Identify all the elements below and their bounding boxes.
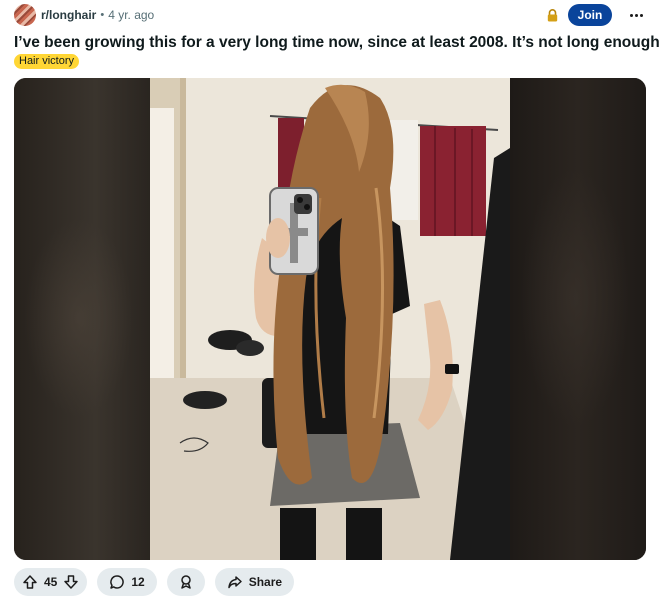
- post-header: r/longhair • 4 yr. ago Join: [14, 3, 650, 27]
- award-button[interactable]: [166, 568, 205, 596]
- post-image[interactable]: [14, 78, 646, 560]
- share-arrow-icon: [227, 574, 243, 590]
- vote-score: 45: [44, 575, 58, 589]
- upvote-arrow-icon[interactable]: [22, 574, 38, 590]
- post-flair[interactable]: Hair victory: [14, 54, 80, 69]
- meta-separator: •: [100, 9, 105, 21]
- more-options-icon[interactable]: [622, 4, 650, 26]
- post-age: 4 yr. ago: [108, 8, 155, 22]
- join-button[interactable]: Join: [568, 4, 612, 26]
- vote-group: 45: [14, 568, 88, 596]
- lock-icon: [545, 8, 559, 22]
- subreddit-avatar[interactable]: [14, 4, 36, 26]
- share-label: Share: [248, 575, 283, 589]
- downvote-arrow-icon[interactable]: [63, 574, 79, 590]
- comment-count: 12: [131, 575, 145, 589]
- subreddit-name[interactable]: r/longhair: [41, 8, 96, 22]
- mirror-selfie-photo: [150, 78, 510, 560]
- image-blur-left: [14, 78, 150, 560]
- award-icon: [178, 574, 194, 590]
- post-title[interactable]: I’ve been growing this for a very long t…: [14, 33, 660, 53]
- share-button[interactable]: Share: [214, 568, 295, 596]
- comment-bubble-icon: [109, 574, 125, 590]
- comments-button[interactable]: 12: [97, 568, 157, 596]
- image-blur-right: [510, 78, 646, 560]
- post-actions: 45 12 Share: [14, 568, 295, 596]
